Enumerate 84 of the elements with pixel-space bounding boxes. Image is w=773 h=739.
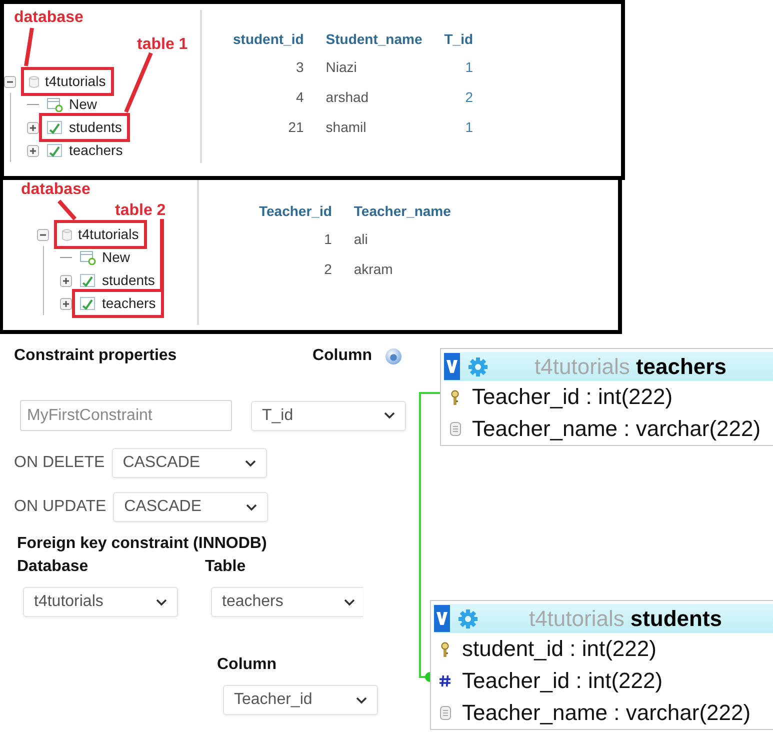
chevron-down-icon bbox=[384, 412, 395, 419]
table-cell-text: 2 bbox=[323, 260, 333, 278]
tree-item[interactable]: teachers bbox=[69, 142, 123, 159]
table-icon bbox=[47, 144, 63, 158]
column-header: student_id bbox=[232, 30, 305, 49]
collapse-icon[interactable] bbox=[37, 228, 49, 240]
database-icon bbox=[29, 74, 39, 88]
dropdown[interactable]: Teacher_id bbox=[223, 685, 378, 715]
chevron-down-icon bbox=[156, 598, 167, 606]
table-name: students bbox=[630, 606, 722, 632]
table-icon bbox=[80, 274, 96, 288]
database-icon bbox=[62, 228, 72, 242]
expand-icon[interactable] bbox=[60, 274, 72, 286]
dropdown[interactable]: CASCADE bbox=[112, 448, 267, 478]
table-link[interactable]: 2 bbox=[465, 89, 474, 105]
database-name: t4tutorials bbox=[528, 606, 624, 632]
table-cell-text: 4 bbox=[294, 88, 305, 107]
column-label: Teacher_name : varchar(222) bbox=[472, 416, 761, 442]
tree-item[interactable]: t4tutorials bbox=[78, 226, 139, 243]
dropdown[interactable]: t4tutorials bbox=[23, 587, 178, 617]
text-field[interactable]: MyFirstConstraint bbox=[20, 400, 232, 431]
field-label: Column bbox=[217, 655, 277, 675]
collapse-icon[interactable] bbox=[4, 76, 16, 88]
table-link[interactable]: 1 bbox=[465, 59, 474, 75]
tree-item[interactable]: students bbox=[102, 272, 155, 289]
section-heading: Constraint properties bbox=[14, 346, 177, 366]
callout-label: table 2 bbox=[115, 202, 166, 220]
tree-item[interactable]: New bbox=[69, 96, 98, 113]
column-header: Teacher_id bbox=[258, 202, 333, 220]
chevron-down-icon bbox=[244, 460, 256, 466]
dropdown[interactable]: T_id bbox=[251, 400, 406, 430]
callout-label: database bbox=[14, 9, 84, 27]
table-name: teachers bbox=[636, 354, 726, 380]
column-label: student_id : int(222) bbox=[462, 636, 656, 662]
v-toggle-icon[interactable] bbox=[444, 353, 460, 380]
field-label: Column bbox=[312, 346, 372, 366]
tree-item[interactable]: t4tutorials bbox=[45, 73, 106, 90]
hash-icon bbox=[439, 675, 451, 687]
table-card[interactable]: t4tutorials students student_id : int(222) Teacher_id : int(222) Teacher_name : varchar(222) bbox=[430, 600, 773, 730]
callout-label: database bbox=[21, 181, 90, 199]
column-label: Teacher_id : int(222) bbox=[472, 384, 673, 410]
v-toggle-icon[interactable] bbox=[434, 605, 450, 632]
table-cell-text: shamil bbox=[324, 118, 368, 137]
column-icon bbox=[440, 706, 450, 720]
section-heading: Foreign key constraint (INNODB) bbox=[17, 534, 267, 554]
table-cell-text: akram bbox=[352, 260, 394, 278]
column-header: T_id bbox=[443, 30, 474, 49]
table-add-icon bbox=[47, 98, 63, 112]
expand-icon[interactable] bbox=[60, 298, 72, 310]
callout-label: table 1 bbox=[137, 36, 188, 54]
table-cell-text: 1 bbox=[323, 230, 333, 248]
table-cell-text: arshad bbox=[324, 88, 370, 107]
field-label: ON DELETE bbox=[14, 454, 105, 472]
field-label: ON UPDATE bbox=[14, 498, 106, 516]
table-icon bbox=[80, 296, 96, 310]
column-icon bbox=[450, 422, 460, 436]
chevron-down-icon bbox=[356, 696, 367, 704]
expand-icon[interactable] bbox=[27, 122, 39, 134]
table-cell-text: ali bbox=[352, 230, 369, 248]
dropdown[interactable]: CASCADE bbox=[113, 492, 268, 522]
table-add-icon bbox=[80, 250, 96, 264]
field-label: Database bbox=[17, 557, 88, 577]
help-icon[interactable] bbox=[385, 348, 402, 364]
table-link[interactable]: 1 bbox=[465, 119, 474, 135]
column-header: Student_name bbox=[324, 30, 424, 49]
table-cell-text: 3 bbox=[294, 58, 305, 77]
dropdown[interactable]: teachers bbox=[211, 587, 363, 617]
table-card[interactable]: t4tutorials teachers Teacher_id : int(222) Teacher_name : varchar(222) bbox=[440, 348, 773, 446]
field-label: Table bbox=[205, 557, 246, 577]
tree-item[interactable]: students bbox=[69, 119, 122, 136]
tree-item[interactable]: teachers bbox=[102, 295, 156, 312]
table-icon bbox=[47, 120, 63, 134]
column-header: Teacher_name bbox=[352, 202, 452, 220]
key-icon bbox=[450, 390, 460, 404]
database-name: t4tutorials bbox=[534, 354, 630, 380]
tree-item[interactable]: New bbox=[102, 249, 130, 266]
expand-icon[interactable] bbox=[27, 144, 39, 156]
chevron-down-icon bbox=[246, 504, 258, 510]
key-icon bbox=[440, 642, 450, 656]
column-label: Teacher_name : varchar(222) bbox=[462, 700, 751, 726]
column-label: Teacher_id : int(222) bbox=[462, 668, 663, 694]
table-cell-text: Niazi bbox=[324, 58, 358, 77]
chevron-down-icon bbox=[344, 598, 355, 606]
table-cell-text: 21 bbox=[287, 118, 305, 137]
